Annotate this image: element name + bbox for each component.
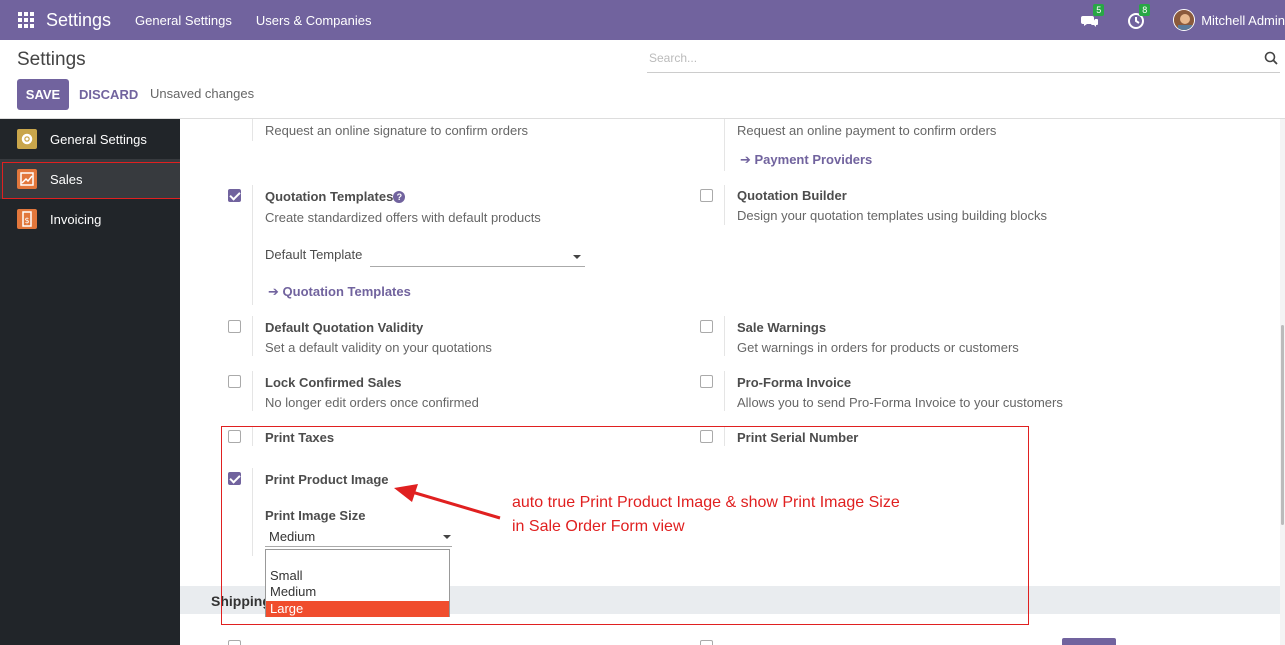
sales-highlight-box	[2, 162, 188, 199]
scrollbar-thumb[interactable]	[1281, 325, 1284, 525]
default-validity-checkbox[interactable]	[228, 320, 241, 333]
menu-users-companies[interactable]: Users & Companies	[256, 13, 372, 28]
quotation-builder-checkbox[interactable]	[700, 189, 713, 202]
quotation-templates-link[interactable]: ➔ Quotation Templates	[268, 284, 411, 300]
invoice-icon: $	[17, 209, 37, 229]
apps-menu-icon[interactable]	[18, 12, 34, 28]
quotation-templates-link-label: Quotation Templates	[282, 284, 411, 299]
pro-forma-desc: Allows you to send Pro-Forma Invoice to …	[737, 395, 1063, 410]
sidebar-item-label: General Settings	[50, 131, 147, 147]
default-validity-desc: Set a default validity on your quotation…	[265, 340, 492, 355]
divider	[252, 119, 253, 141]
online-signature-desc: Request an online signature to confirm o…	[265, 123, 529, 138]
pro-forma-label: Pro-Forma Invoice	[737, 375, 852, 390]
control-panel: Settings SAVE DISCARD Unsaved changes Se…	[0, 40, 1285, 119]
default-template-label: Default Template	[265, 247, 363, 262]
chevron-down-icon	[573, 255, 581, 259]
top-navbar: Settings General Settings Users & Compan…	[0, 0, 1285, 40]
quotation-builder-desc: Design your quotation templates using bu…	[737, 208, 1048, 223]
sale-warnings-checkbox[interactable]	[700, 320, 713, 333]
delivery-methods-checkbox[interactable]	[228, 640, 241, 645]
discard-button[interactable]: DISCARD	[79, 87, 138, 102]
quotation-templates-label-text: Quotation Templates	[265, 189, 394, 204]
avatar-image	[1174, 10, 1195, 30]
pro-forma-checkbox[interactable]	[700, 375, 713, 388]
annotation-arrow-icon	[394, 484, 501, 520]
user-avatar[interactable]	[1173, 9, 1196, 31]
unsaved-status: Unsaved changes	[150, 86, 255, 101]
lock-confirmed-desc: No longer edit orders once confirmed	[265, 395, 479, 410]
sidebar-item-label: Invoicing	[50, 211, 102, 227]
sale-warnings-desc: Get warnings in orders for products or c…	[737, 340, 1019, 355]
svg-text:$: $	[24, 216, 29, 225]
payment-providers-link[interactable]: ➔ Payment Providers	[740, 152, 872, 168]
activities-button[interactable]: 8	[1127, 4, 1151, 30]
divider	[724, 119, 725, 171]
divider	[252, 316, 253, 356]
lock-confirmed-checkbox[interactable]	[228, 375, 241, 388]
user-name[interactable]: Mitchell Admin	[1201, 13, 1285, 28]
annotation-line-1: auto true Print Product Image & show Pri…	[512, 494, 900, 511]
quotation-templates-desc: Create standardized offers with default …	[265, 210, 541, 225]
save-button[interactable]: SAVE	[17, 79, 69, 110]
search-icon[interactable]	[1264, 51, 1278, 65]
payment-providers-label: Payment Providers	[754, 152, 873, 167]
quotation-templates-checkbox[interactable]	[228, 189, 241, 202]
arrow-right-icon: ➔	[268, 284, 283, 299]
divider	[724, 371, 725, 411]
divider	[252, 185, 253, 305]
sale-warnings-label: Sale Warnings	[737, 320, 827, 335]
lock-confirmed-label: Lock Confirmed Sales	[265, 375, 402, 390]
search-input[interactable]: Search...	[647, 46, 1280, 73]
activities-count-badge: 8	[1139, 4, 1151, 16]
app-title[interactable]: Settings	[46, 10, 111, 31]
help-icon[interactable]: ?	[393, 191, 406, 203]
gear-icon	[17, 129, 37, 149]
messages-count-badge: 5	[1093, 4, 1105, 16]
messaging-button[interactable]: 5	[1081, 4, 1105, 30]
ups-connector-checkbox[interactable]	[700, 640, 713, 645]
enterprise-badge	[1062, 638, 1116, 645]
sidebar-item-general-settings[interactable]: General Settings	[0, 119, 180, 159]
sidebar-item-invoicing[interactable]: $ Invoicing	[0, 199, 180, 239]
menu-general-settings[interactable]: General Settings	[135, 13, 232, 28]
default-validity-label: Default Quotation Validity	[265, 320, 424, 335]
divider	[724, 185, 725, 225]
quotation-builder-label: Quotation Builder	[737, 188, 847, 203]
search-placeholder: Search...	[649, 51, 698, 65]
divider	[252, 371, 253, 411]
divider	[724, 316, 725, 356]
quotation-templates-label: Quotation Templates?	[265, 189, 406, 204]
default-template-select[interactable]	[370, 248, 585, 267]
annotation-text: auto true Print Product Image & show Pri…	[512, 491, 900, 539]
page-title: Settings	[17, 49, 86, 70]
arrow-right-icon: ➔	[740, 152, 755, 167]
online-payment-desc: Request an online payment to confirm ord…	[737, 123, 997, 138]
annotation-line-2: in Sale Order Form view	[512, 518, 685, 535]
